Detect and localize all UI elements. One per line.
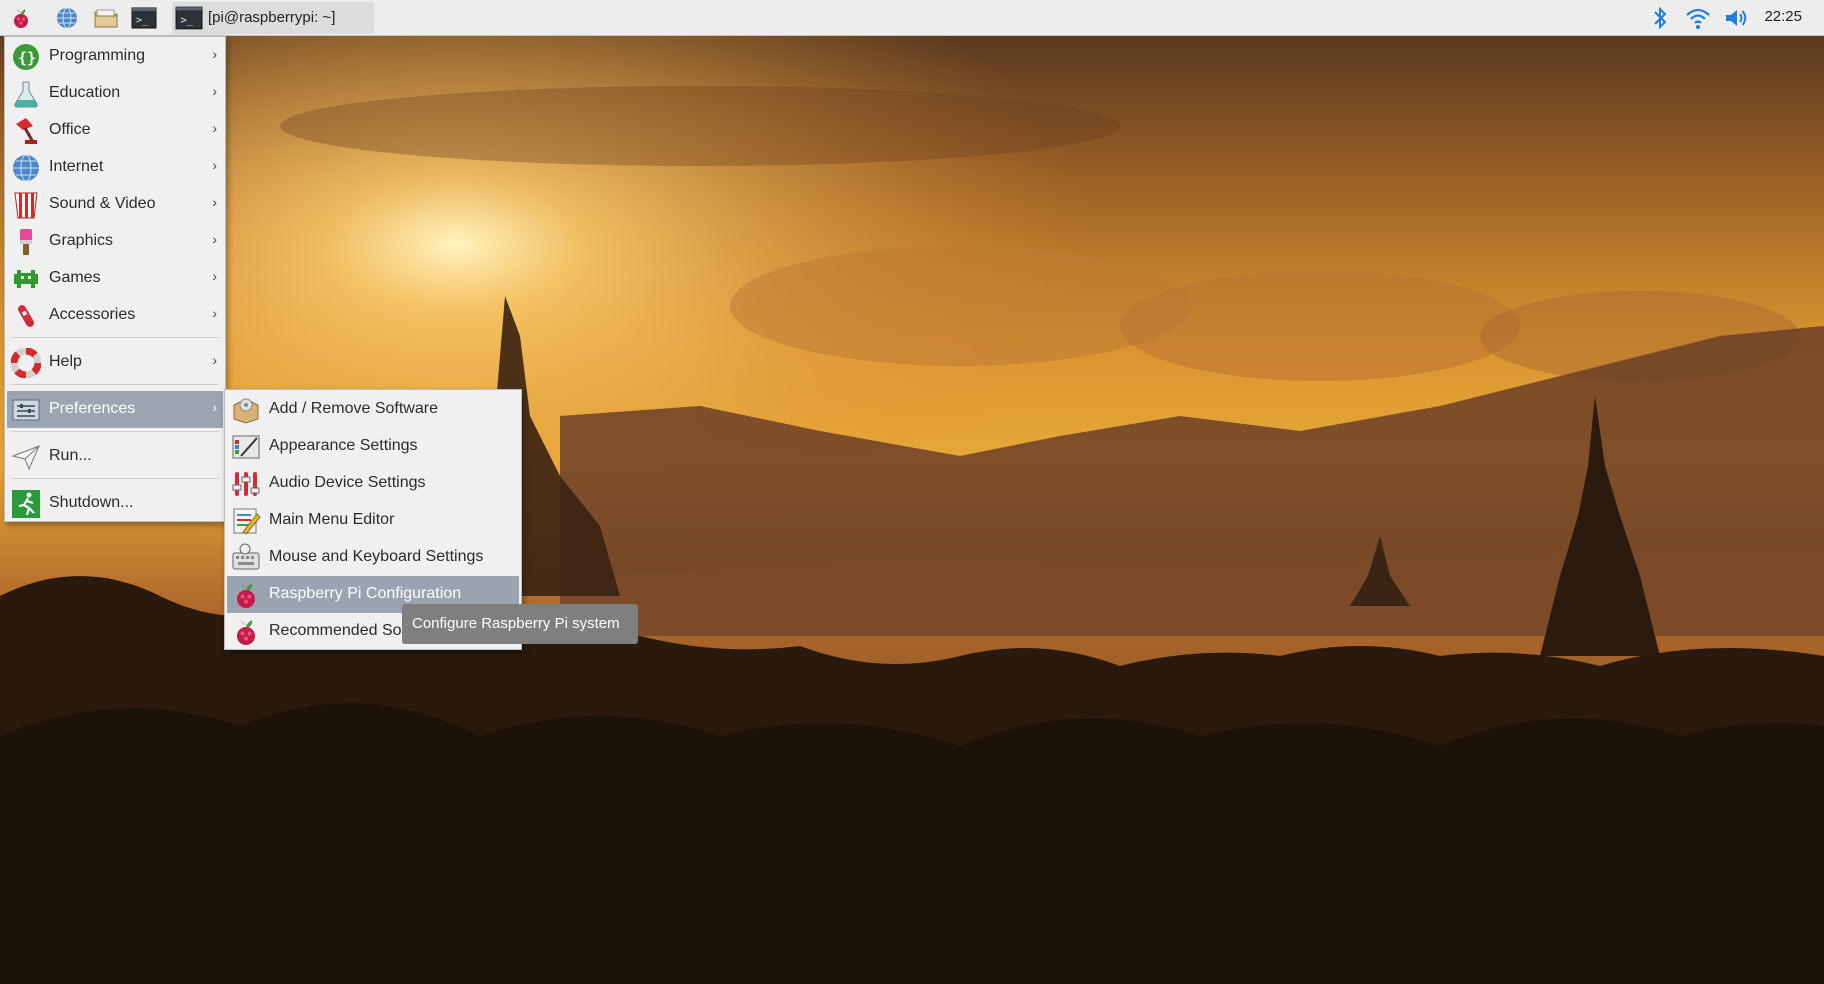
office-icon: [16, 118, 37, 144]
taskbar-window-terminal[interactable]: >_ [pi@raspberrypi: ~]: [172, 2, 374, 34]
menu-item-sound-video[interactable]: Sound & Video ›: [7, 186, 223, 223]
keyboard-mouse-icon: [232, 543, 260, 570]
chevron-right-icon: ›: [212, 46, 217, 62]
menu-item-graphics[interactable]: Graphics ›: [7, 223, 223, 260]
run-icon: [11, 445, 40, 471]
submenu-item-add-remove-software[interactable]: Add / Remove Software: [227, 391, 519, 428]
svg-text:>_: >_: [180, 13, 193, 26]
bluetooth-icon[interactable]: [1650, 4, 1670, 32]
terminal-button[interactable]: >_: [128, 3, 158, 33]
clock[interactable]: 22:25: [1764, 8, 1802, 25]
raspberry-menu-button[interactable]: [6, 3, 36, 33]
submenu-item-mouse-keyboard-settings[interactable]: Mouse and Keyboard Settings: [227, 539, 519, 576]
menu-item-office[interactable]: Office ›: [7, 112, 223, 149]
menu-editor-icon: [233, 508, 261, 535]
games-icon: [14, 270, 38, 288]
submenu-item-audio-device-settings[interactable]: Audio Device Settings: [227, 465, 519, 502]
menu-separator: [11, 478, 219, 479]
chevron-right-icon: ›: [212, 231, 217, 247]
terminal-icon: >_: [175, 6, 203, 30]
raspberry-menu-icon: [14, 9, 28, 28]
chevron-right-icon: ›: [212, 83, 217, 99]
menu-item-games[interactable]: Games ›: [7, 260, 223, 297]
internet-icon: [13, 154, 39, 182]
menu-item-programming[interactable]: {} Programming ›: [7, 38, 223, 75]
audio-settings-icon: [232, 472, 260, 496]
window-title: [pi@raspberrypi: ~]: [208, 9, 336, 26]
web-browser-button[interactable]: [52, 3, 82, 33]
menu-separator: [11, 337, 219, 338]
package-icon: [233, 398, 259, 424]
accessories-icon: [18, 305, 34, 327]
menu-item-label: Main Menu Editor: [269, 511, 395, 528]
tooltip: Configure Raspberry Pi system: [402, 604, 638, 644]
chevron-right-icon: ›: [212, 157, 217, 173]
shutdown-icon: [12, 490, 40, 518]
menu-item-accessories[interactable]: Accessories ›: [7, 297, 223, 334]
menu-item-label: Shutdown...: [49, 494, 134, 511]
file-manager-button[interactable]: [90, 3, 120, 33]
menu-item-label: Preferences: [49, 400, 136, 417]
menu-item-label: Raspberry Pi Configuration: [269, 585, 462, 602]
menu-item-label: Programming: [49, 47, 146, 64]
svg-text:>_: >_: [136, 15, 149, 26]
chevron-right-icon: ›: [212, 120, 217, 136]
appearance-icon: [232, 435, 260, 459]
graphics-icon: [20, 229, 32, 255]
chevron-right-icon: ›: [212, 352, 217, 368]
menu-item-label: Office: [49, 121, 91, 138]
menu-item-label: Run...: [49, 447, 92, 464]
menu-item-internet[interactable]: Internet ›: [7, 149, 223, 186]
menu-item-shutdown[interactable]: Shutdown...: [7, 485, 223, 522]
chevron-right-icon: ›: [212, 305, 217, 321]
menu-item-label: Education: [49, 84, 121, 101]
svg-text:{}: {}: [18, 49, 36, 67]
menu-separator: [11, 384, 219, 385]
web-browser-icon: [57, 7, 77, 29]
menu-item-help[interactable]: Help ›: [7, 344, 223, 381]
submenu-item-appearance-settings[interactable]: Appearance Settings: [227, 428, 519, 465]
menu-item-label: Audio Device Settings: [269, 474, 426, 491]
menu-item-label: Graphics: [49, 232, 114, 249]
raspberry-icon: [237, 583, 255, 608]
preferences-icon: [12, 399, 40, 421]
menu-item-label: Appearance Settings: [269, 437, 418, 454]
terminal-icon: >_: [131, 7, 157, 29]
menu-item-label: Sound & Video: [49, 195, 156, 212]
chevron-right-icon: ›: [212, 399, 217, 415]
menu-item-label: Internet: [49, 158, 104, 175]
menu-item-label: Games: [49, 269, 101, 286]
education-icon: [14, 81, 38, 108]
menu-item-label: Mouse and Keyboard Settings: [269, 548, 484, 565]
menu-item-label: Recommended Sof: [269, 622, 406, 639]
menu-item-run[interactable]: Run...: [7, 438, 223, 475]
chevron-right-icon: ›: [212, 268, 217, 284]
programming-icon: {}: [13, 44, 39, 70]
submenu-item-main-menu-editor[interactable]: Main Menu Editor: [227, 502, 519, 539]
help-icon: [11, 348, 41, 378]
wifi-icon[interactable]: [1684, 4, 1712, 32]
menu-item-preferences[interactable]: Preferences ›: [7, 391, 223, 428]
raspberry-icon: [237, 620, 255, 645]
menu-item-label: Add / Remove Software: [269, 400, 438, 417]
volume-icon[interactable]: [1722, 4, 1750, 32]
taskbar: >_ >_ [pi@raspberrypi: ~] 22:25: [0, 0, 1824, 36]
menu-item-education[interactable]: Education ›: [7, 75, 223, 112]
menu-item-label: Accessories: [49, 306, 136, 323]
chevron-right-icon: ›: [212, 194, 217, 210]
file-manager-icon: [94, 9, 118, 28]
menu-item-label: Help: [49, 353, 82, 370]
sound-video-icon: [14, 192, 38, 219]
main-menu: {} Programming › Education › Office › In…: [4, 36, 226, 522]
menu-separator: [11, 431, 219, 432]
